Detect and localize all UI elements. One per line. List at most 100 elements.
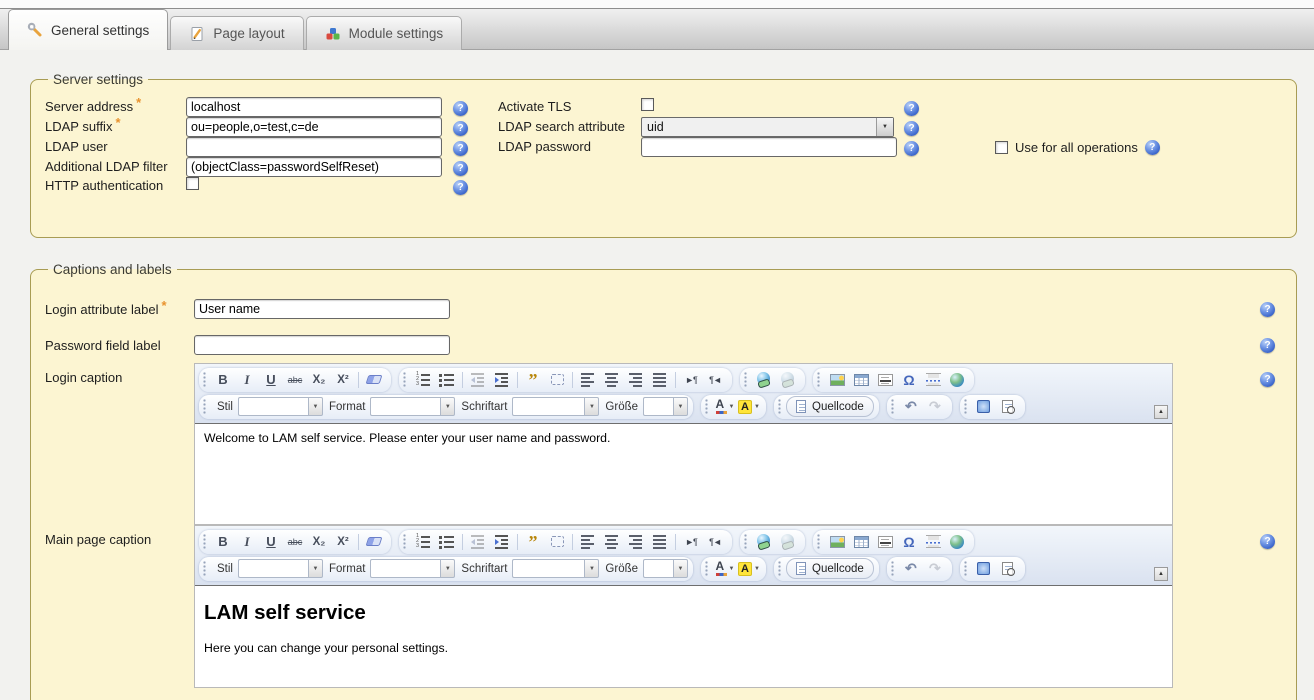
background-color-button[interactable]: A▼ <box>738 559 760 579</box>
align-right-button[interactable] <box>625 532 647 552</box>
login-caption-editor-content[interactable]: Welcome to LAM self service. Please ente… <box>195 424 1172 524</box>
undo-button[interactable]: ↶ <box>900 559 922 579</box>
drag-handle-icon[interactable] <box>891 399 895 414</box>
font-size-dropdown[interactable]: ▼ <box>643 397 688 416</box>
align-left-button[interactable] <box>577 532 599 552</box>
drag-handle-icon[interactable] <box>744 372 748 387</box>
help-icon[interactable]: ? <box>904 101 919 116</box>
help-icon[interactable]: ? <box>1260 338 1275 353</box>
blockquote-button[interactable]: ” <box>522 532 544 552</box>
source-code-button[interactable]: Quellcode <box>786 558 874 579</box>
align-justify-button[interactable] <box>649 532 671 552</box>
outdent-button[interactable] <box>467 532 489 552</box>
remove-format-button[interactable] <box>363 532 385 552</box>
numbered-list-button[interactable] <box>412 370 434 390</box>
drag-handle-icon[interactable] <box>203 534 207 549</box>
maximize-button[interactable] <box>973 559 995 579</box>
drag-handle-icon[interactable] <box>203 372 207 387</box>
main-page-caption-editor-content[interactable]: LAM self service Here you can change you… <box>195 586 1172 687</box>
text-direction-ltr-button[interactable]: ►¶ <box>680 370 702 390</box>
http-authentication-checkbox[interactable] <box>186 177 199 190</box>
style-dropdown[interactable]: ▼ <box>238 397 323 416</box>
align-center-button[interactable] <box>601 370 623 390</box>
text-direction-rtl-button[interactable]: ¶◄ <box>704 532 726 552</box>
font-dropdown[interactable]: ▼ <box>512 559 599 578</box>
bulleted-list-button[interactable] <box>436 532 458 552</box>
subscript-button[interactable]: X₂ <box>308 532 330 552</box>
font-size-dropdown[interactable]: ▼ <box>643 559 688 578</box>
drag-handle-icon[interactable] <box>744 534 748 549</box>
tab-general-settings[interactable]: General settings <box>8 9 168 50</box>
additional-ldap-filter-input[interactable] <box>186 157 442 177</box>
insert-image-button[interactable] <box>826 532 848 552</box>
text-direction-ltr-button[interactable]: ►¶ <box>680 532 702 552</box>
underline-button[interactable]: U <box>260 532 282 552</box>
help-icon[interactable]: ? <box>1260 302 1275 317</box>
bulleted-list-button[interactable] <box>436 370 458 390</box>
help-icon[interactable]: ? <box>453 141 468 156</box>
help-icon[interactable]: ? <box>453 161 468 176</box>
insert-table-button[interactable] <box>850 532 872 552</box>
insert-horizontal-rule-button[interactable] <box>874 370 896 390</box>
ldap-password-input[interactable] <box>641 137 897 157</box>
indent-button[interactable] <box>491 370 513 390</box>
insert-iframe-button[interactable] <box>946 370 968 390</box>
special-character-button[interactable]: Ω <box>898 532 920 552</box>
remove-link-button[interactable] <box>777 370 799 390</box>
special-character-button[interactable]: Ω <box>898 370 920 390</box>
text-direction-rtl-button[interactable]: ¶◄ <box>704 370 726 390</box>
help-icon[interactable]: ? <box>1145 140 1160 155</box>
underline-button[interactable]: U <box>260 370 282 390</box>
help-icon[interactable]: ? <box>453 101 468 116</box>
bold-button[interactable]: B <box>212 532 234 552</box>
show-blocks-button[interactable] <box>997 397 1019 417</box>
dropdown-arrow-icon[interactable]: ▼ <box>876 118 893 136</box>
login-attribute-label-input[interactable] <box>194 299 450 319</box>
numbered-list-button[interactable] <box>412 532 434 552</box>
remove-link-button[interactable] <box>777 532 799 552</box>
remove-format-button[interactable] <box>363 370 385 390</box>
server-address-input[interactable] <box>186 97 442 117</box>
password-field-label-input[interactable] <box>194 335 450 355</box>
insert-horizontal-rule-button[interactable] <box>874 532 896 552</box>
drag-handle-icon[interactable] <box>891 561 895 576</box>
align-justify-button[interactable] <box>649 370 671 390</box>
source-code-button[interactable]: Quellcode <box>786 396 874 417</box>
drag-handle-icon[interactable] <box>705 561 709 576</box>
ldap-user-input[interactable] <box>186 137 442 157</box>
font-dropdown[interactable]: ▼ <box>512 397 599 416</box>
toolbar-collapse-button[interactable]: ▲ <box>1154 567 1168 581</box>
strikethrough-button[interactable]: abc <box>284 532 306 552</box>
align-right-button[interactable] <box>625 370 647 390</box>
subscript-button[interactable]: X₂ <box>308 370 330 390</box>
drag-handle-icon[interactable] <box>203 561 207 576</box>
style-dropdown[interactable]: ▼ <box>238 559 323 578</box>
insert-iframe-button[interactable] <box>946 532 968 552</box>
redo-button[interactable]: ↷ <box>924 559 946 579</box>
tab-module-settings[interactable]: Module settings <box>306 16 463 50</box>
align-center-button[interactable] <box>601 532 623 552</box>
activate-tls-checkbox[interactable] <box>641 98 654 111</box>
drag-handle-icon[interactable] <box>778 561 782 576</box>
drag-handle-icon[interactable] <box>778 399 782 414</box>
drag-handle-icon[interactable] <box>403 372 407 387</box>
redo-button[interactable]: ↷ <box>924 397 946 417</box>
tab-page-layout[interactable]: Page layout <box>170 16 303 50</box>
page-break-button[interactable] <box>922 532 944 552</box>
create-div-button[interactable] <box>546 532 568 552</box>
page-break-button[interactable] <box>922 370 944 390</box>
help-icon[interactable]: ? <box>1260 534 1275 549</box>
ldap-search-attribute-select[interactable]: uid ▼ <box>641 117 894 137</box>
help-icon[interactable]: ? <box>453 180 468 195</box>
help-icon[interactable]: ? <box>904 141 919 156</box>
format-dropdown[interactable]: ▼ <box>370 559 455 578</box>
superscript-button[interactable]: X² <box>332 370 354 390</box>
outdent-button[interactable] <box>467 370 489 390</box>
text-color-button[interactable]: A▼ <box>714 397 736 417</box>
create-div-button[interactable] <box>546 370 568 390</box>
ldap-suffix-input[interactable] <box>186 117 442 137</box>
insert-image-button[interactable] <box>826 370 848 390</box>
drag-handle-icon[interactable] <box>964 561 968 576</box>
help-icon[interactable]: ? <box>1260 372 1275 387</box>
indent-button[interactable] <box>491 532 513 552</box>
